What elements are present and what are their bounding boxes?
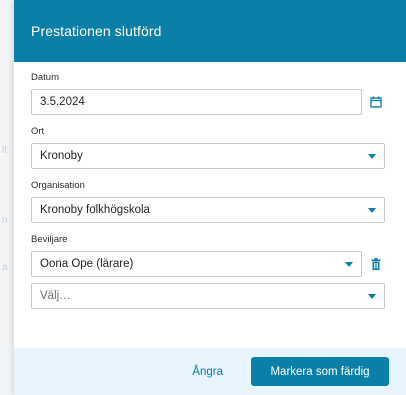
place-value: Kronoby — [40, 150, 83, 162]
background-page-edge — [0, 0, 14, 395]
date-label: Datum — [31, 72, 59, 83]
calendar-icon — [370, 96, 382, 108]
organisation-value: Kronoby folkhögskola — [40, 204, 150, 216]
date-value: 3.5.2024 — [40, 96, 85, 108]
delete-granter-button[interactable] — [366, 251, 386, 277]
background-ghost-text: a — [2, 262, 8, 273]
caret-down-icon — [368, 294, 376, 299]
mark-complete-button[interactable]: Markera som färdig — [251, 357, 389, 386]
caret-down-icon — [345, 262, 353, 267]
date-input[interactable]: 3.5.2024 — [31, 89, 362, 115]
date-row: 3.5.2024 — [31, 89, 389, 115]
granter-value: Oona Ope (lärare) — [40, 258, 134, 270]
granter-label: Beviljare — [31, 234, 68, 245]
trash-icon — [371, 258, 381, 270]
organisation-select[interactable]: Kronoby folkhögskola — [31, 197, 385, 223]
dialog-footer: Ångra Markera som färdig — [14, 348, 406, 395]
cancel-button[interactable]: Ångra — [192, 366, 223, 378]
background-ghost-text: n — [2, 215, 8, 226]
granter-extra-placeholder: Välj… — [40, 290, 71, 302]
dialog-header: Prestationen slutförd — [14, 0, 406, 62]
organisation-label: Organisation — [31, 180, 85, 191]
dialog-title: Prestationen slutförd — [31, 23, 162, 39]
completion-dialog: Prestationen slutförd Datum 3.5.2024 Ort… — [14, 0, 406, 395]
granter-select[interactable]: Oona Ope (lärare) — [31, 251, 362, 277]
calendar-button[interactable] — [366, 89, 386, 115]
caret-down-icon — [368, 208, 376, 213]
place-select[interactable]: Kronoby — [31, 143, 385, 169]
granter-row: Oona Ope (lärare) — [31, 251, 389, 277]
granter-extra-select[interactable]: Välj… — [31, 283, 385, 309]
caret-down-icon — [368, 154, 376, 159]
place-label: Ort — [31, 126, 45, 137]
dialog-body: Datum 3.5.2024 Ort Kronoby Organisation — [14, 72, 406, 309]
background-ghost-text: lt — [2, 145, 7, 156]
